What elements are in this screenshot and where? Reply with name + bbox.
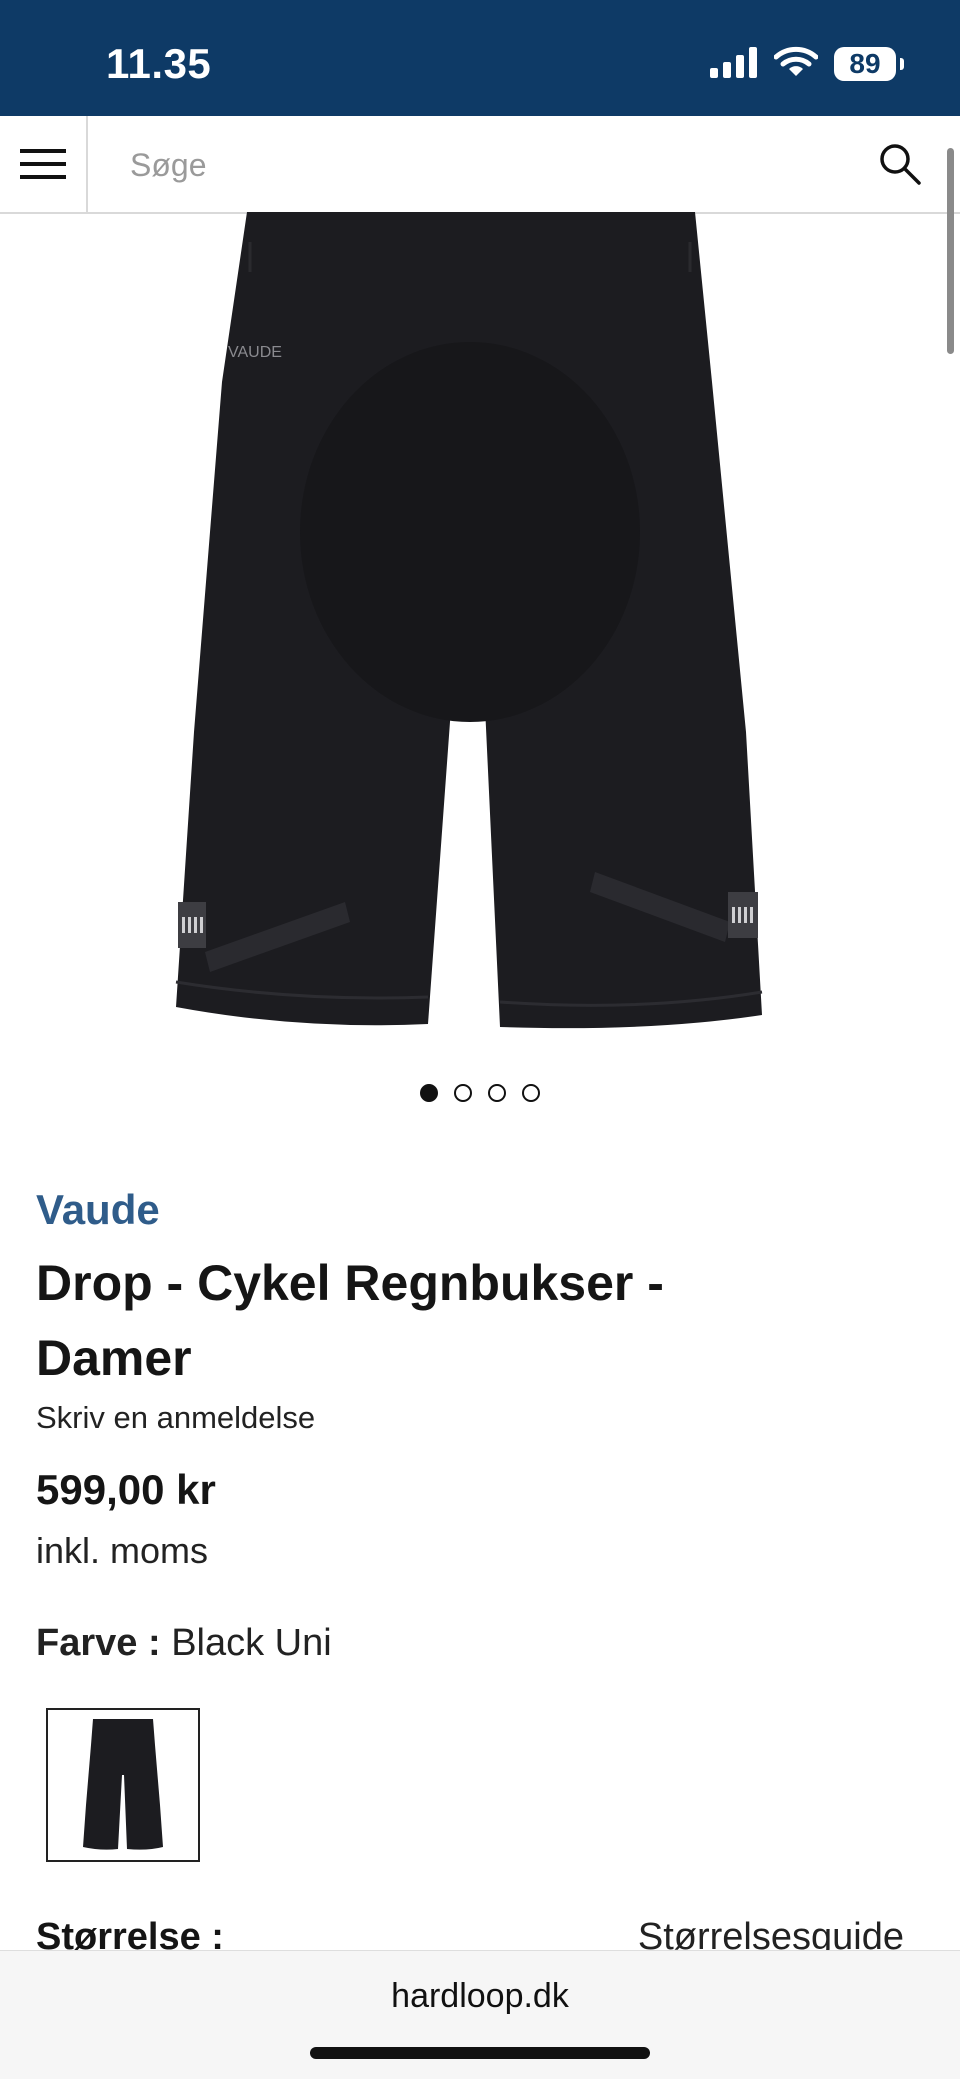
signal-icon [710, 46, 758, 83]
wifi-icon [773, 46, 819, 83]
carousel-dots [0, 1084, 960, 1102]
browser-address-bar[interactable]: hardloop.dk [0, 1950, 960, 2079]
swatch-image [83, 1719, 163, 1850]
url-text[interactable]: hardloop.dk [0, 1977, 960, 2016]
status-time: 11.35 [106, 40, 212, 87]
product-image[interactable]: VAUDE [0, 212, 960, 1052]
write-review-link[interactable]: Skriv en anmeldelse [36, 1400, 315, 1436]
vat-note: inkl. moms [36, 1530, 209, 1571]
color-row: Farve : Black Uni [36, 1622, 332, 1665]
carousel-dot[interactable] [454, 1084, 472, 1102]
carousel-dot[interactable] [522, 1084, 540, 1102]
carousel-dot[interactable] [420, 1084, 438, 1102]
status-icons: 89 [710, 44, 904, 84]
color-value: Black Uni [171, 1622, 332, 1664]
brand-link[interactable]: Vaude [36, 1186, 160, 1234]
status-bar: 11.35 89 [0, 0, 960, 116]
color-swatch[interactable] [46, 1708, 200, 1862]
battery-icon: 89 [834, 47, 904, 81]
product-title: Drop - Cykel Regnbukser - Damer [36, 1255, 664, 1386]
menu-icon [20, 149, 66, 179]
search-icon [880, 144, 921, 185]
home-indicator [310, 2047, 650, 2059]
search-button[interactable] [870, 134, 930, 194]
carousel-dot[interactable] [488, 1084, 506, 1102]
image-brand-mark: VAUDE [228, 344, 282, 361]
search-header [0, 116, 960, 214]
search-input[interactable] [128, 140, 732, 190]
color-label: Farve : [36, 1622, 161, 1664]
product-price: 599,00 kr [36, 1466, 216, 1513]
menu-button[interactable] [0, 116, 88, 212]
